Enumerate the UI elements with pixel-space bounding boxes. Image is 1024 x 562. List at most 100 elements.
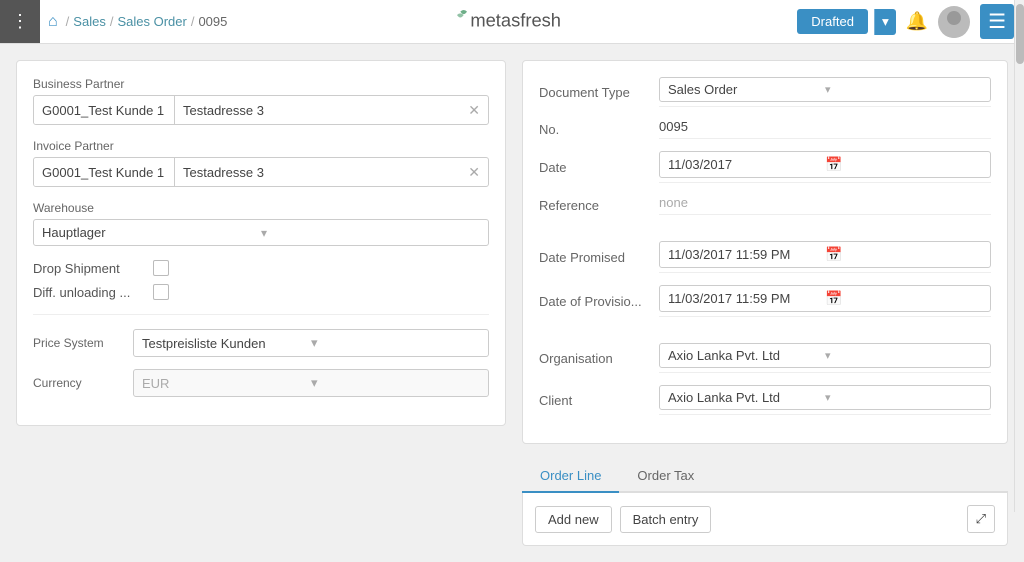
invoice-partner-clear-icon[interactable]: ✕ bbox=[460, 164, 488, 181]
avatar[interactable] bbox=[938, 6, 970, 38]
breadcrumb-sales-order[interactable]: Sales Order bbox=[117, 14, 186, 29]
invoice-partner-field1[interactable] bbox=[34, 159, 174, 186]
date-promised-calendar-icon[interactable]: 📅 bbox=[825, 246, 982, 263]
home-icon[interactable]: ⌂ bbox=[48, 13, 58, 31]
date-calendar-icon[interactable]: 📅 bbox=[825, 156, 982, 173]
breadcrumb: / Sales / Sales Order / 0095 bbox=[66, 14, 790, 29]
drop-shipment-row: Drop Shipment bbox=[33, 260, 489, 276]
section-divider bbox=[33, 314, 489, 315]
tabs-action-buttons: Add new Batch entry bbox=[535, 506, 711, 533]
date-promised-picker[interactable]: 11/03/2017 11:59 PM 📅 bbox=[659, 241, 991, 268]
diff-unloading-label: Diff. unloading ... bbox=[33, 285, 143, 300]
currency-value: EUR bbox=[142, 376, 311, 391]
status-button[interactable]: Drafted bbox=[797, 9, 868, 34]
warehouse-caret-icon: ▾ bbox=[261, 226, 480, 240]
tab-order-line[interactable]: Order Line bbox=[522, 460, 619, 493]
gap1 bbox=[539, 227, 991, 241]
business-partner-input[interactable]: ✕ bbox=[33, 95, 489, 125]
date-text: 11/03/2017 bbox=[668, 157, 825, 172]
reference-row: Reference bbox=[539, 195, 991, 215]
price-system-value: Testpreisliste Kunden bbox=[142, 336, 311, 351]
date-promised-value-container[interactable]: 11/03/2017 11:59 PM 📅 bbox=[659, 241, 991, 273]
no-label: No. bbox=[539, 122, 659, 137]
price-system-select[interactable]: Testpreisliste Kunden ▾ bbox=[133, 329, 489, 357]
client-caret-icon: ▾ bbox=[825, 391, 982, 404]
drop-shipment-checkbox[interactable] bbox=[153, 260, 169, 276]
document-type-label: Document Type bbox=[539, 85, 659, 100]
invoice-partner-input[interactable]: ✕ bbox=[33, 157, 489, 187]
tabs-body: Add new Batch entry ⤢ bbox=[522, 493, 1008, 546]
currency-select[interactable]: EUR ▾ bbox=[133, 369, 489, 397]
price-system-row: Price System Testpreisliste Kunden ▾ bbox=[33, 329, 489, 357]
diff-unloading-checkbox[interactable] bbox=[153, 284, 169, 300]
expand-icon: ⤢ bbox=[976, 511, 986, 526]
business-partner-group: Business Partner ✕ bbox=[33, 77, 489, 125]
hamburger-icon[interactable]: ☰ bbox=[980, 4, 1014, 39]
main-content: Business Partner ✕ Invoice Partner ✕ War… bbox=[0, 44, 1024, 562]
currency-caret-icon: ▾ bbox=[311, 375, 480, 391]
no-value-container bbox=[659, 119, 991, 139]
date-provision-value-container[interactable]: 11/03/2017 11:59 PM 📅 bbox=[659, 285, 991, 317]
no-row: No. bbox=[539, 119, 991, 139]
document-form: Document Type Sales Order ▾ No. Date bbox=[522, 60, 1008, 444]
organisation-label: Organisation bbox=[539, 351, 659, 366]
document-type-caret-icon: ▾ bbox=[825, 83, 982, 96]
invoice-partner-label: Invoice Partner bbox=[33, 139, 489, 153]
breadcrumb-sep3: / bbox=[191, 14, 195, 29]
breadcrumb-sales[interactable]: Sales bbox=[73, 14, 106, 29]
currency-label: Currency bbox=[33, 376, 123, 390]
organisation-select[interactable]: Axio Lanka Pvt. Ltd ▾ bbox=[659, 343, 991, 368]
invoice-partner-field2[interactable] bbox=[175, 159, 460, 186]
document-type-value[interactable]: Sales Order ▾ bbox=[659, 77, 991, 107]
batch-entry-button[interactable]: Batch entry bbox=[620, 506, 712, 533]
organisation-value-container[interactable]: Axio Lanka Pvt. Ltd ▾ bbox=[659, 343, 991, 373]
date-promised-row: Date Promised 11/03/2017 11:59 PM 📅 bbox=[539, 241, 991, 273]
date-provision-label: Date of Provisio... bbox=[539, 294, 659, 309]
bell-icon[interactable]: 🔔 bbox=[906, 11, 928, 32]
right-panel: Document Type Sales Order ▾ No. Date bbox=[522, 60, 1008, 546]
breadcrumb-order-number: 0095 bbox=[198, 14, 227, 29]
svg-text:metasfresh: metasfresh bbox=[470, 10, 561, 31]
date-promised-text: 11/03/2017 11:59 PM bbox=[668, 247, 825, 262]
left-panel: Business Partner ✕ Invoice Partner ✕ War… bbox=[16, 60, 506, 426]
client-value-container[interactable]: Axio Lanka Pvt. Ltd ▾ bbox=[659, 385, 991, 415]
date-row: Date 11/03/2017 📅 bbox=[539, 151, 991, 183]
organisation-text: Axio Lanka Pvt. Ltd bbox=[668, 348, 825, 363]
breadcrumb-sep1: / bbox=[66, 14, 70, 29]
diff-unloading-row: Diff. unloading ... bbox=[33, 284, 489, 300]
scrollbar[interactable] bbox=[1014, 0, 1024, 512]
price-system-label: Price System bbox=[33, 336, 123, 350]
menu-dots-icon[interactable]: ⋮ bbox=[11, 11, 29, 32]
business-partner-clear-icon[interactable]: ✕ bbox=[460, 102, 488, 119]
client-label: Client bbox=[539, 393, 659, 408]
add-new-button[interactable]: Add new bbox=[535, 506, 612, 533]
tab-order-tax[interactable]: Order Tax bbox=[619, 460, 712, 493]
business-partner-field2[interactable] bbox=[175, 97, 460, 124]
reference-label: Reference bbox=[539, 198, 659, 213]
business-partner-label: Business Partner bbox=[33, 77, 489, 91]
date-provision-calendar-icon[interactable]: 📅 bbox=[825, 290, 982, 307]
status-caret-button[interactable]: ▾ bbox=[874, 9, 896, 35]
tabs-header: Order Line Order Tax bbox=[522, 460, 1008, 493]
warehouse-select[interactable]: Hauptlager ▾ bbox=[33, 219, 489, 246]
logo: metasfresh bbox=[442, 5, 582, 38]
date-promised-label: Date Promised bbox=[539, 250, 659, 265]
topbar-right: Drafted ▾ 🔔 ☰ bbox=[797, 4, 1014, 39]
expand-button[interactable]: ⤢ bbox=[967, 505, 995, 533]
business-partner-field1[interactable] bbox=[34, 97, 174, 124]
date-provision-text: 11/03/2017 11:59 PM bbox=[668, 291, 825, 306]
reference-field[interactable] bbox=[659, 195, 991, 210]
tabs-section: Order Line Order Tax Add new Batch entry… bbox=[522, 460, 1008, 546]
client-select[interactable]: Axio Lanka Pvt. Ltd ▾ bbox=[659, 385, 991, 410]
no-field[interactable] bbox=[659, 119, 991, 134]
date-picker[interactable]: 11/03/2017 📅 bbox=[659, 151, 991, 178]
date-provision-picker[interactable]: 11/03/2017 11:59 PM 📅 bbox=[659, 285, 991, 312]
warehouse-label: Warehouse bbox=[33, 201, 489, 215]
price-system-caret-icon: ▾ bbox=[311, 335, 480, 351]
document-type-row: Document Type Sales Order ▾ bbox=[539, 77, 991, 107]
scrollbar-thumb[interactable] bbox=[1016, 4, 1024, 64]
document-type-select[interactable]: Sales Order ▾ bbox=[659, 77, 991, 102]
organisation-row: Organisation Axio Lanka Pvt. Ltd ▾ bbox=[539, 343, 991, 373]
warehouse-group: Warehouse Hauptlager ▾ bbox=[33, 201, 489, 246]
date-value-container[interactable]: 11/03/2017 📅 bbox=[659, 151, 991, 183]
